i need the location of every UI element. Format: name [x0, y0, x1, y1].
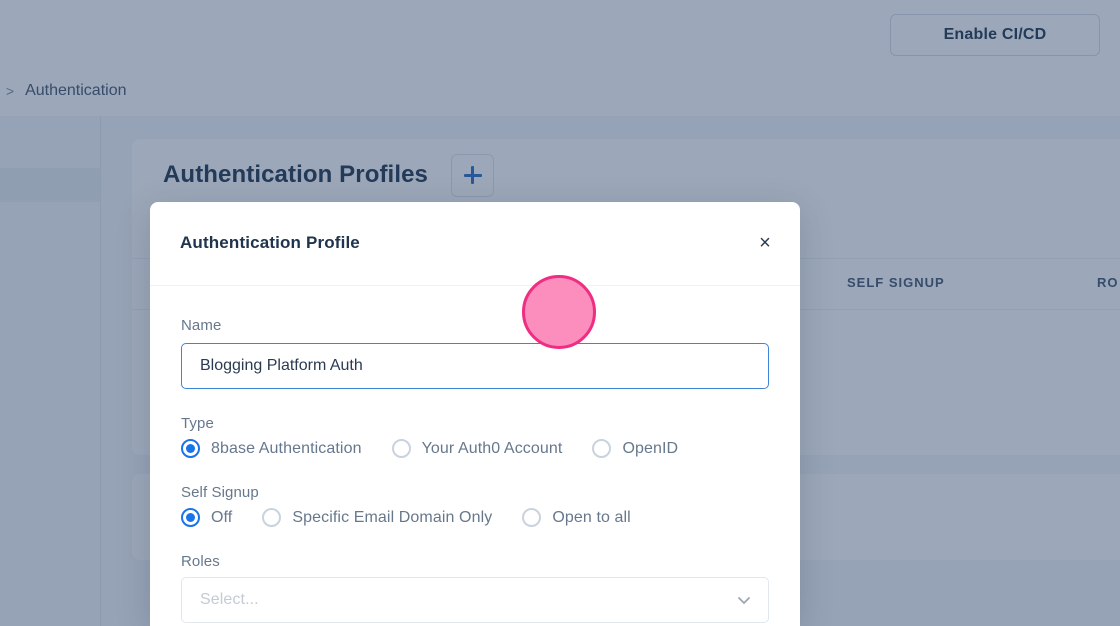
modal-header: Authentication Profile × [150, 202, 800, 286]
radio-signup-off[interactable]: Off [181, 508, 232, 527]
radio-label: Off [211, 509, 232, 527]
radio-type-openid[interactable]: OpenID [592, 439, 678, 458]
chevron-down-icon [736, 592, 752, 608]
name-input[interactable] [181, 343, 769, 389]
radio-label: OpenID [622, 440, 678, 458]
radio-selected-icon [181, 508, 200, 527]
radio-signup-open-to-all[interactable]: Open to all [522, 508, 630, 527]
type-radio-group: 8base Authentication Your Auth0 Account … [181, 439, 769, 458]
radio-label: 8base Authentication [211, 440, 362, 458]
radio-unselected-icon [592, 439, 611, 458]
radio-unselected-icon [262, 508, 281, 527]
close-icon[interactable]: × [752, 230, 778, 256]
modal-body: Name Type 8base Authentication Your Auth… [150, 286, 800, 623]
type-label: Type [181, 415, 769, 432]
roles-placeholder: Select... [200, 591, 259, 609]
radio-label: Specific Email Domain Only [292, 509, 492, 527]
self-signup-label: Self Signup [181, 484, 769, 501]
radio-unselected-icon [522, 508, 541, 527]
screen: ces Enable CI/CD ces > Authentication Au… [0, 0, 1120, 626]
self-signup-radio-group: Off Specific Email Domain Only Open to a… [181, 508, 769, 527]
roles-label: Roles [181, 553, 769, 570]
authentication-profile-modal: Authentication Profile × Name Type 8base… [150, 202, 800, 626]
radio-label: Open to all [552, 509, 630, 527]
radio-signup-specific-domain[interactable]: Specific Email Domain Only [262, 508, 492, 527]
roles-select[interactable]: Select... [181, 577, 769, 623]
radio-type-auth0[interactable]: Your Auth0 Account [392, 439, 563, 458]
modal-title: Authentication Profile [180, 233, 360, 253]
radio-unselected-icon [392, 439, 411, 458]
radio-label: Your Auth0 Account [422, 440, 563, 458]
radio-selected-icon [181, 439, 200, 458]
click-marker [522, 275, 596, 349]
name-label: Name [181, 317, 769, 334]
radio-type-8base[interactable]: 8base Authentication [181, 439, 362, 458]
